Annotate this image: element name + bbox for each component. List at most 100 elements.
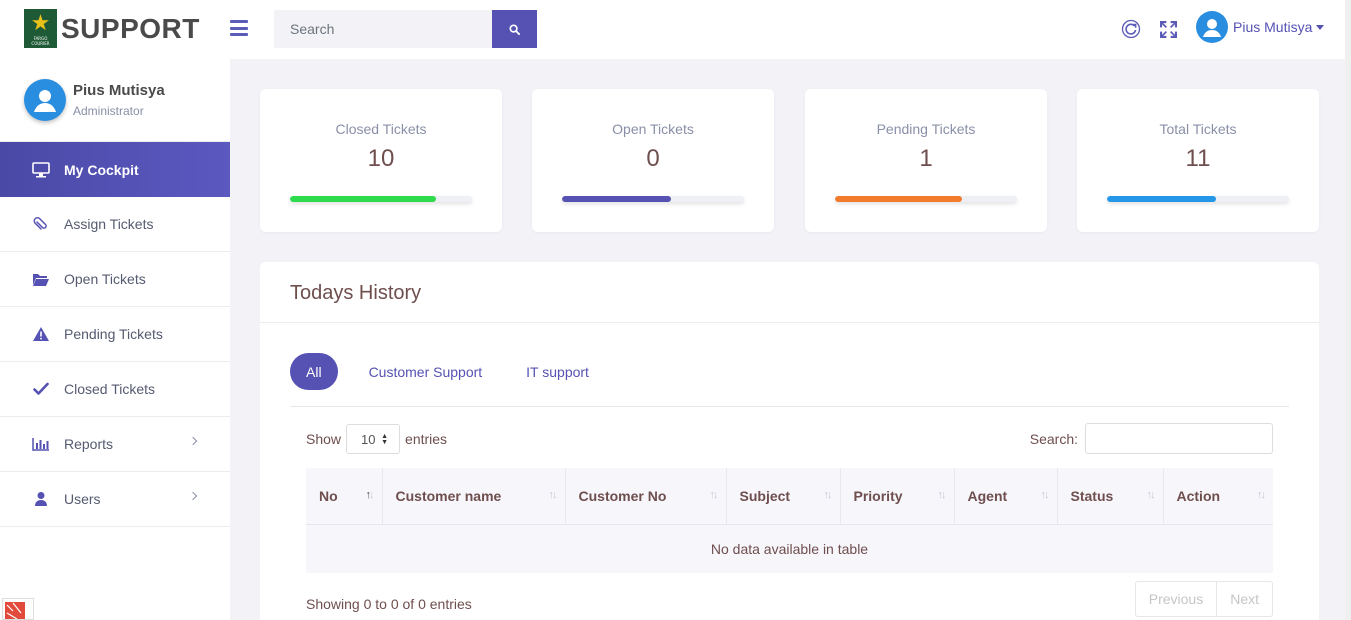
table-search: Search: <box>1030 423 1273 454</box>
pagination: Previous Next <box>1134 581 1273 617</box>
column-header-customer-name[interactable]: Customer name ↑↓ <box>382 468 566 524</box>
profile-role: Administrator <box>73 104 144 118</box>
table-search-input[interactable] <box>1085 423 1273 454</box>
logo-star-icon: ★ FARGO COURIER <box>24 9 57 48</box>
column-header-customer-no[interactable]: Customer No ↑↓ <box>565 468 727 524</box>
tab-customer-support[interactable]: Customer Support <box>354 353 498 390</box>
history-tabs: All Customer Support IT support <box>290 353 618 390</box>
search-icon <box>509 23 520 35</box>
avatar <box>1196 11 1228 43</box>
logo-text: SUPPORT <box>61 12 200 44</box>
sidebar-item-label: My Cockpit <box>64 161 139 178</box>
table-row: No data available in table <box>306 523 1273 573</box>
next-button[interactable]: Next <box>1217 582 1272 616</box>
profile-name: Pius Mutisya <box>73 82 165 99</box>
sidebar-profile: Pius Mutisya Administrator <box>0 59 230 142</box>
menu-toggle-icon[interactable] <box>230 20 248 36</box>
column-header-status[interactable]: Status ↑↓ <box>1057 468 1164 524</box>
sidebar-item-pending-tickets[interactable]: Pending Tickets <box>0 307 230 362</box>
chevron-right-icon <box>188 491 198 501</box>
progress-fill <box>1107 196 1217 202</box>
entries-length: Show 10 ▲ ▼ entries <box>306 424 447 454</box>
stat-label: Open Tickets <box>612 121 694 137</box>
column-header-action[interactable]: Action ↑↓ <box>1163 468 1273 524</box>
top-header: ★ FARGOCOURIER SUPPORT Pius Mutisya <box>0 0 1351 59</box>
fullscreen-icon[interactable] <box>1157 18 1179 40</box>
sidebar-item-label: Open Tickets <box>64 271 146 287</box>
user-icon <box>32 490 50 508</box>
sidebar-item-label: Users <box>64 491 101 507</box>
sidebar: Pius Mutisya Administrator My Cockpit As… <box>0 59 230 620</box>
sidebar-item-label: Closed Tickets <box>64 381 156 397</box>
refresh-icon[interactable] <box>1120 18 1142 40</box>
sort-icon: ↑↓ <box>365 489 375 501</box>
progress-bar <box>1107 196 1289 202</box>
stat-label: Total Tickets <box>1159 121 1237 137</box>
progress-bar <box>835 196 1017 202</box>
header-search <box>274 10 537 48</box>
sidebar-item-open-tickets[interactable]: Open Tickets <box>0 252 230 307</box>
stat-value: 10 <box>367 145 395 172</box>
stat-value: 11 <box>1185 145 1211 172</box>
column-header-no[interactable]: No ↑↓ <box>306 468 383 524</box>
search-button[interactable] <box>492 10 537 48</box>
bar-chart-icon <box>32 435 50 453</box>
chevron-right-icon <box>188 436 198 446</box>
logo[interactable]: ★ FARGO COURIER SUPPORT <box>24 9 200 48</box>
history-table: No ↑↓ Customer name ↑↓ Customer No ↑↓ Subje… <box>306 468 1273 573</box>
caret-down-icon <box>1316 24 1325 30</box>
sort-icon: ↑↓ <box>548 489 558 501</box>
stat-value: 0 <box>646 145 660 172</box>
show-label: Show <box>306 431 342 447</box>
user-name: Pius Mutisya <box>1233 19 1313 35</box>
stat-label: Pending Tickets <box>876 121 976 137</box>
folder-open-icon <box>32 270 50 288</box>
sidebar-item-users[interactable]: Users <box>0 472 230 527</box>
column-header-priority[interactable]: Priority ↑↓ <box>840 468 955 524</box>
progress-fill <box>290 196 436 202</box>
sidebar-item-label: Pending Tickets <box>64 326 163 342</box>
app-badge-icon[interactable] <box>2 598 34 620</box>
sort-updown-icon: ▲ ▼ <box>381 433 389 446</box>
search-input[interactable] <box>274 10 492 48</box>
previous-button[interactable]: Previous <box>1136 582 1218 616</box>
column-header-agent[interactable]: Agent ↑↓ <box>954 468 1058 524</box>
stat-card-total: Total Tickets 11 <box>1077 89 1319 232</box>
progress-fill <box>835 196 963 202</box>
warning-icon <box>32 325 50 343</box>
stat-label: Closed Tickets <box>335 121 427 137</box>
panel-title: Todays History <box>290 282 422 304</box>
stat-value: 1 <box>919 145 933 172</box>
progress-bar <box>290 196 472 202</box>
column-header-subject[interactable]: Subject ↑↓ <box>726 468 841 524</box>
user-menu[interactable]: Pius Mutisya <box>1196 11 1325 43</box>
sidebar-item-reports[interactable]: Reports <box>0 417 230 472</box>
entries-label: entries <box>405 431 448 447</box>
sort-icon: ↑↓ <box>1146 489 1156 501</box>
sidebar-item-closed-tickets[interactable]: Closed Tickets <box>0 362 230 417</box>
entries-select[interactable]: 10 ▲ ▼ <box>346 424 401 454</box>
divider <box>290 406 1289 407</box>
progress-bar <box>562 196 744 202</box>
divider <box>260 322 1319 323</box>
sort-icon: ↑↓ <box>1040 489 1050 501</box>
tab-it-support[interactable]: IT support <box>511 353 604 390</box>
stat-card-pending: Pending Tickets 1 <box>805 89 1047 232</box>
sort-icon: ↑↓ <box>823 489 833 501</box>
table-info: Showing 0 to 0 of 0 entries <box>306 596 472 612</box>
stat-card-open: Open Tickets 0 <box>532 89 774 232</box>
paperclip-icon <box>32 215 50 233</box>
sidebar-item-label: Assign Tickets <box>64 216 154 232</box>
tab-all[interactable]: All <box>290 353 338 390</box>
stat-card-closed: Closed Tickets 10 <box>260 89 502 232</box>
sort-icon: ↑↓ <box>1257 489 1266 501</box>
monitor-icon <box>32 161 50 179</box>
table-header-row: No ↑↓ Customer name ↑↓ Customer No ↑↓ Subje… <box>306 468 1273 524</box>
sort-icon: ↑↓ <box>709 489 719 501</box>
table-search-label: Search: <box>1029 430 1078 447</box>
sidebar-item-my-cockpit[interactable]: My Cockpit <box>0 142 230 197</box>
avatar <box>24 79 66 121</box>
entries-value: 10 <box>361 431 376 447</box>
sidebar-item-assign-tickets[interactable]: Assign Tickets <box>0 197 230 252</box>
scrollbar[interactable] <box>1345 0 1351 620</box>
